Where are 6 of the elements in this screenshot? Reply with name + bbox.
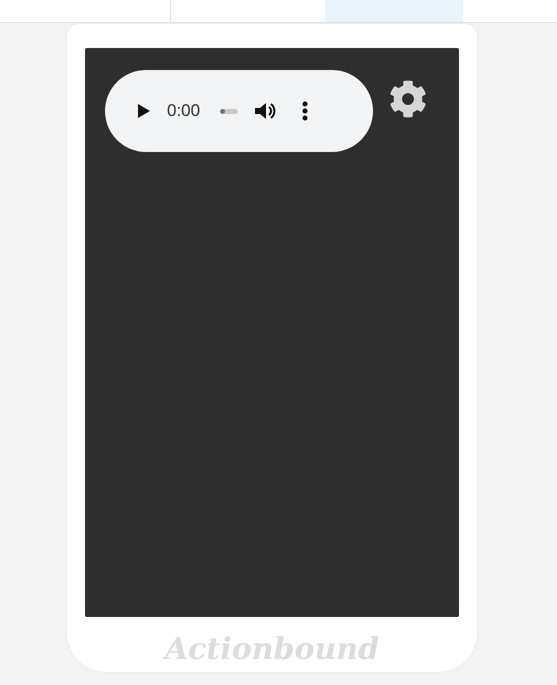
play-icon[interactable] [137,103,151,119]
more-icon[interactable] [302,101,308,121]
time-text: 0:00 [167,100,200,122]
volume-slider[interactable] [220,108,238,114]
speaker-icon[interactable] [254,101,276,121]
settings-icon[interactable] [389,80,427,118]
